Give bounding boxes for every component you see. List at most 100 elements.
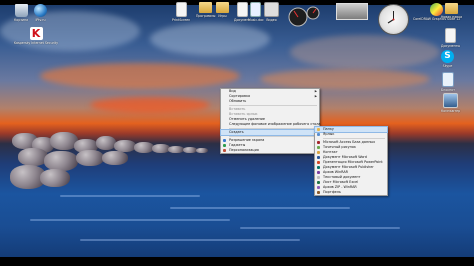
menu-item-create[interactable]: Создать ▶ xyxy=(220,129,320,136)
menu-separator xyxy=(229,128,317,129)
desktop-icon-label: Видео xyxy=(266,18,277,22)
desktop-icon-top[interactable]: Программы xyxy=(196,2,215,18)
menu-item-label: Контакт xyxy=(323,150,338,154)
submenu-item-briefcase[interactable]: Портфель xyxy=(315,190,387,195)
document-icon xyxy=(445,28,457,43)
desktop-icon-right[interactable]: Документы xyxy=(441,28,460,48)
cpu-meter-gadget[interactable] xyxy=(287,5,323,27)
winrar-icon xyxy=(317,171,320,174)
desktop-icon-label: Компьютер xyxy=(441,109,461,113)
monitor-icon xyxy=(223,139,226,142)
powerpoint-icon xyxy=(317,161,320,164)
menu-item-label: Документ Microsoft Word xyxy=(323,155,367,159)
folder-icon xyxy=(317,128,320,131)
rock xyxy=(196,148,208,153)
text-icon xyxy=(317,176,320,179)
desktop-icon-label: Программы xyxy=(196,14,216,18)
menu-item-label: Следующее фоновое изображение рабочего с… xyxy=(229,122,321,126)
desktop-icon-label: Игры xyxy=(218,14,227,18)
desktop-icon-label: Документы xyxy=(441,44,461,48)
menu-item-label: Ярлык xyxy=(323,132,335,136)
menu-item-label: Презентация Microsoft PowerPoint xyxy=(323,160,383,164)
wave xyxy=(240,227,400,229)
menu-item-next-background[interactable]: Следующее фоновое изображение рабочего с… xyxy=(221,122,321,127)
menu-item-label: Обновить xyxy=(229,99,247,103)
desktop-icon-label: Корзина xyxy=(14,18,29,22)
menu-separator xyxy=(229,105,317,106)
document-icon xyxy=(236,2,248,17)
menu-item-label: Точечный рисунок xyxy=(323,145,356,149)
wave xyxy=(170,207,350,209)
computer-icon xyxy=(443,93,459,108)
desktop-icon-right[interactable]: Новая папка xyxy=(441,3,462,19)
desktop-icon-label: Kaspersky Internet Security xyxy=(14,41,58,45)
publisher-icon xyxy=(317,166,320,169)
rock xyxy=(134,142,154,153)
kaspersky-icon: K xyxy=(29,27,43,40)
create-submenu: Папку Ярлык Microsoft Access База данных… xyxy=(314,126,388,196)
globe-icon xyxy=(34,4,47,17)
desktop-icon-right[interactable]: S Skype xyxy=(441,50,454,68)
letterbox-bottom xyxy=(0,257,474,266)
document-icon xyxy=(250,2,262,17)
wave xyxy=(60,195,200,197)
rock xyxy=(40,169,70,187)
menu-item-refresh[interactable]: Обновить xyxy=(221,99,319,104)
bitmap-icon xyxy=(317,146,320,149)
folder-icon xyxy=(199,2,213,13)
menu-item-label: Архив ZIP - WinRAR xyxy=(323,185,357,189)
submenu-item-shortcut[interactable]: Ярлык xyxy=(315,132,387,137)
access-icon xyxy=(317,141,320,144)
desktop-icon-top[interactable]: Music.doc xyxy=(248,2,264,22)
menu-item-label: Текстовый документ xyxy=(323,175,361,179)
document-icon xyxy=(175,2,187,17)
notepad-icon xyxy=(442,72,454,87)
menu-separator xyxy=(323,138,385,139)
rock xyxy=(44,151,78,171)
shortcut-icon xyxy=(317,133,320,136)
menu-item-label: Создать xyxy=(229,130,244,134)
cloud xyxy=(150,23,270,55)
menu-separator xyxy=(229,136,317,137)
desktop-icon-top[interactable]: PrintScreen xyxy=(172,2,190,22)
contact-icon xyxy=(317,151,320,154)
rock xyxy=(76,150,104,166)
desktop-icon-globe[interactable]: IPtv.ru xyxy=(34,4,47,22)
desktop-context-menu: Вид ▶ Сортировка ▶ Обновить Вставить Вст… xyxy=(220,88,320,154)
desktop-icon-top[interactable]: Игры xyxy=(216,2,229,18)
zip-icon xyxy=(317,186,320,189)
menu-item-personalize[interactable]: Персонализация xyxy=(221,148,319,153)
gadgets-icon xyxy=(223,144,226,147)
slideshow-gadget[interactable] xyxy=(336,3,368,20)
desktop-icon-recycle-bin[interactable]: Корзина xyxy=(14,4,28,22)
cloud xyxy=(90,97,210,113)
rock xyxy=(102,151,128,165)
cloud xyxy=(290,35,440,69)
desktop-icon-label: Блокнот xyxy=(441,88,455,92)
clock-face-icon xyxy=(387,11,395,24)
folder-icon xyxy=(216,2,229,13)
rock xyxy=(168,146,184,153)
skype-icon: S xyxy=(441,50,454,63)
desktop-icon-kaspersky[interactable]: K Kaspersky Internet Security xyxy=(14,27,58,45)
desktop-icon-label: Новая папка xyxy=(441,15,463,19)
briefcase-icon xyxy=(317,191,320,194)
desktop-icon-label: IPtv.ru xyxy=(35,18,46,22)
rock xyxy=(96,136,116,150)
desktop-icon-right[interactable]: Блокнот xyxy=(441,72,455,92)
folder-icon xyxy=(445,3,459,14)
rock xyxy=(183,147,197,153)
menu-item-label: Гаджеты xyxy=(229,143,246,147)
desktop-icon-label: Skype xyxy=(442,64,453,68)
desktop-icon-right[interactable]: Компьютер xyxy=(441,93,460,113)
clock-gadget[interactable] xyxy=(378,4,409,35)
recycle-bin-icon xyxy=(14,4,28,17)
menu-item-label: Портфель xyxy=(323,190,341,194)
cloud xyxy=(40,63,240,89)
desktop-icon-label: Music.doc xyxy=(248,18,264,22)
video-icon xyxy=(264,2,279,17)
menu-item-label: Сортировка xyxy=(229,94,251,98)
menu-item-label: Отменить удаление xyxy=(229,117,265,121)
desktop-icon-top[interactable]: Видео xyxy=(264,2,279,22)
menu-item-label: Разрешение экрана xyxy=(229,138,265,142)
